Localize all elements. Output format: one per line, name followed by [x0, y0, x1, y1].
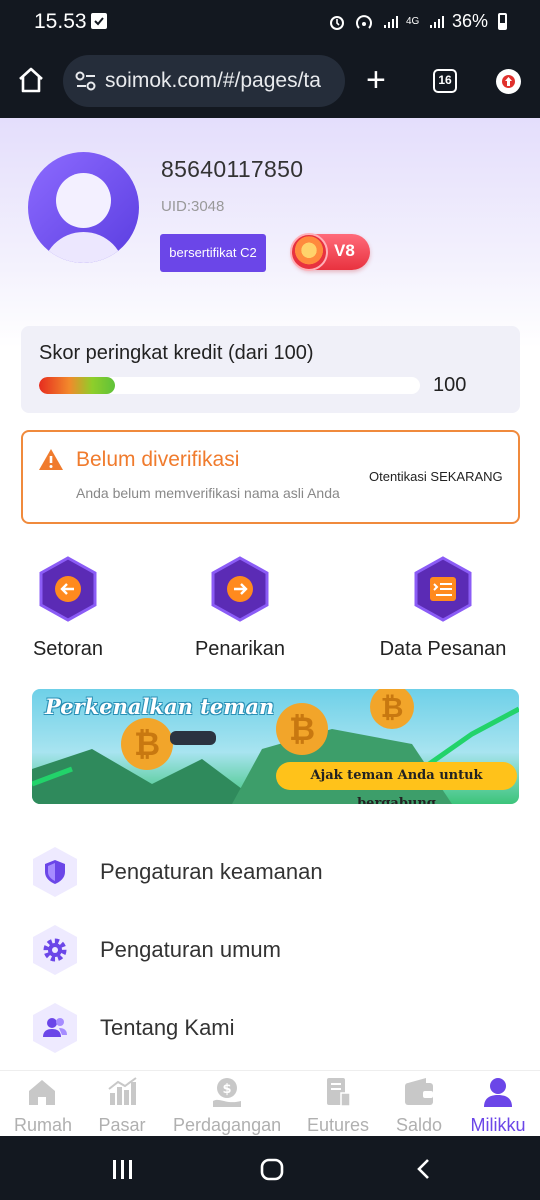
svg-text:$: $	[222, 1082, 231, 1097]
status-time: 15.53	[34, 10, 87, 33]
recent-apps-icon[interactable]	[113, 1160, 132, 1179]
verification-description: Anda belum memverifikasi nama asli Anda	[76, 485, 340, 501]
status-icons: 4G 36%	[328, 11, 502, 32]
order-data-button[interactable]: Data Pesanan	[374, 556, 512, 661]
nav-label-market: Pasar	[98, 1115, 146, 1135]
invite-friends-button[interactable]: Ajak teman Anda untuk bergabung	[276, 762, 517, 804]
order-data-label: Data Pesanan	[379, 638, 507, 660]
alarm-icon	[329, 15, 344, 30]
back-icon[interactable]	[417, 1159, 429, 1179]
users-icon	[32, 1002, 78, 1054]
url-bar[interactable]: soimok.com/#/pages/ta	[63, 55, 345, 107]
chart-icon	[105, 1075, 139, 1109]
signal-icon-2	[429, 15, 444, 28]
notification-check-icon	[91, 13, 107, 29]
home-icon[interactable]	[16, 65, 46, 100]
vip-medal-icon	[290, 233, 328, 271]
vip-level: V8	[334, 241, 355, 260]
url-text[interactable]: soimok.com/#/pages/ta	[105, 69, 340, 93]
futures-icon	[321, 1075, 355, 1109]
nav-label-profile: Milikku	[470, 1115, 526, 1135]
user-icon	[481, 1075, 515, 1109]
withdraw-label: Penarikan	[194, 638, 286, 660]
menu-item-about-us[interactable]: Tentang Kami	[32, 1002, 512, 1054]
vip-badge: V8	[290, 233, 370, 271]
menu-item-security-settings[interactable]: Pengaturan keamanan	[32, 846, 512, 898]
menu-label-general: Pengaturan umum	[100, 937, 281, 962]
arrow-left-icon	[39, 556, 97, 622]
credit-score-card: Skor peringkat kredit (dari 100) 100	[21, 326, 520, 413]
list-icon	[414, 556, 472, 622]
bottom-navigation: Rumah Pasar $ Perdagangan Eutures Saldo …	[0, 1070, 540, 1136]
verification-title: Belum diverifikasi	[76, 448, 240, 471]
nav-item-profile[interactable]: Milikku	[470, 1075, 526, 1136]
arrow-right-icon	[211, 556, 269, 622]
svg-text:₿: ₿	[134, 725, 160, 763]
verification-card[interactable]: Belum diverifikasi Anda belum memverifik…	[21, 430, 520, 524]
home-icon	[25, 1075, 59, 1109]
signal-icon	[383, 15, 398, 28]
browser-toolbar: soimok.com/#/pages/ta + 16	[0, 44, 540, 118]
menu-item-general-settings[interactable]: Pengaturan umum	[32, 924, 512, 976]
nav-item-futures[interactable]: Eutures	[306, 1075, 370, 1136]
trade-icon: $	[210, 1075, 244, 1109]
shield-icon	[32, 846, 78, 898]
status-bar: 15.53 4G 36%	[0, 0, 540, 44]
tab-switcher-button[interactable]: 16	[433, 69, 457, 93]
avatar[interactable]	[28, 152, 139, 263]
svg-text:₿: ₿	[289, 710, 315, 748]
gear-icon	[32, 924, 78, 976]
home-nav-icon[interactable]	[260, 1158, 284, 1181]
wallet-icon	[402, 1075, 436, 1109]
nav-item-market[interactable]: Pasar	[98, 1075, 146, 1136]
battery-icon	[498, 13, 507, 30]
site-settings-icon[interactable]	[75, 71, 97, 96]
credit-score-value: 100	[433, 374, 467, 396]
credit-score-title: Skor peringkat kredit (dari 100)	[39, 342, 314, 364]
user-id: UID:3048	[161, 198, 225, 215]
nav-item-trade[interactable]: $ Perdagangan	[173, 1075, 281, 1136]
warning-icon	[38, 448, 64, 477]
deposit-label: Setoran	[32, 638, 104, 660]
system-navigation-bar	[0, 1136, 540, 1200]
nav-label-balance: Saldo	[396, 1115, 443, 1135]
deposit-button[interactable]: Setoran	[30, 556, 106, 661]
banner-title: Perkenalkan teman	[45, 694, 275, 719]
network-type: 4G	[405, 15, 420, 27]
battery-percent: 36%	[451, 11, 488, 31]
username: 85640117850	[161, 156, 304, 182]
certification-badge: bersertifikat C2	[160, 234, 266, 272]
nav-item-home[interactable]: Rumah	[14, 1075, 73, 1136]
nav-item-balance[interactable]: Saldo	[396, 1075, 442, 1136]
authenticate-now-link[interactable]: Otentikasi SEKARANG	[369, 469, 503, 484]
profile-page: 85640117850 UID:3048 bersertifikat C2 V8…	[0, 118, 540, 1070]
credit-score-fill	[39, 377, 116, 394]
nav-label-trade: Perdagangan	[173, 1115, 282, 1135]
hotspot-icon	[356, 14, 372, 29]
nav-label-home: Rumah	[14, 1115, 73, 1135]
invite-friends-banner[interactable]: ₿ ₿ ₿ Perkenalkan teman Ajak teman Anda …	[32, 689, 519, 804]
nav-label-futures: Eutures	[306, 1115, 370, 1135]
new-tab-icon[interactable]: +	[366, 63, 386, 97]
svg-text:₿: ₿	[381, 691, 404, 724]
withdraw-button[interactable]: Penarikan	[191, 556, 289, 661]
credit-score-bar	[39, 377, 420, 394]
menu-label-security: Pengaturan keamanan	[100, 859, 323, 884]
menu-label-about: Tentang Kami	[100, 1015, 235, 1040]
update-icon[interactable]	[496, 69, 521, 94]
